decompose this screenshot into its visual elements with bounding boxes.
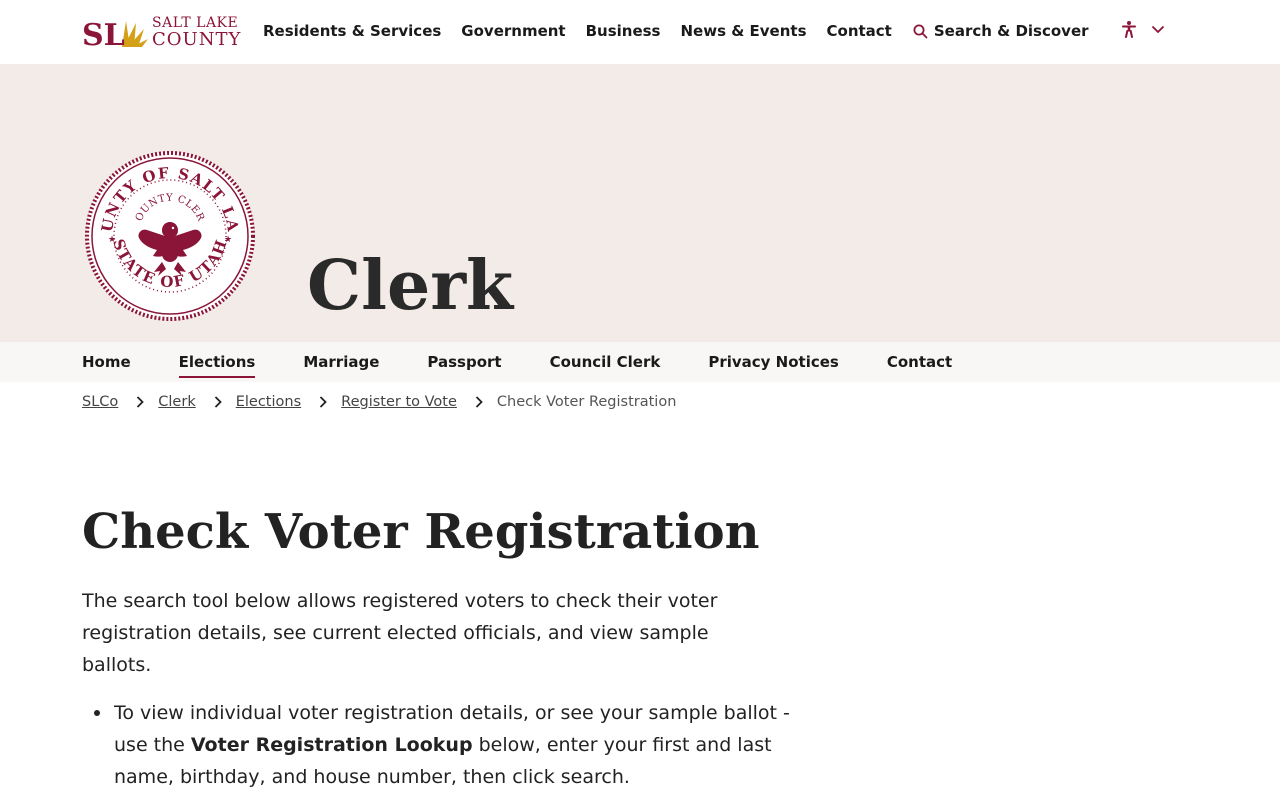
subnav-home[interactable]: Home (82, 353, 131, 371)
chevron-right-icon (214, 396, 222, 408)
county-clerk-seal: COUNTY OF SALT LAKE STATE OF UTAH COUNTY… (77, 136, 256, 322)
chevron-down-icon (1151, 25, 1165, 33)
search-icon (913, 24, 928, 38)
nav-contact[interactable]: Contact (827, 22, 892, 40)
nav-business[interactable]: Business (586, 22, 661, 40)
list-item: To view individual voter registration de… (94, 697, 824, 793)
nav-news-events[interactable]: News & Events (680, 22, 806, 40)
department-hero: COUNTY OF SALT LAKE STATE OF UTAH COUNTY… (0, 64, 1280, 342)
subnav-marriage[interactable]: Marriage (303, 353, 379, 371)
breadcrumb-register-to-vote[interactable]: Register to Vote (341, 394, 457, 410)
chevron-right-icon (475, 396, 483, 408)
chevron-right-icon (319, 396, 327, 408)
breadcrumb-current: Check Voter Registration (496, 394, 677, 410)
sl-logo-mark: SL (82, 17, 148, 53)
chevron-right-icon (136, 396, 145, 408)
logo-line-2: COUNTY (152, 28, 242, 50)
intro-paragraph: The search tool below allows registered … (82, 590, 718, 676)
department-subnav: Home Elections Marriage Passport Council… (0, 342, 1280, 382)
breadcrumb-clerk[interactable]: Clerk (158, 394, 195, 410)
breadcrumb: SLCo Clerk Elections Register to Vote Ch… (82, 392, 676, 412)
accessibility-menu-toggle[interactable] (1121, 20, 1165, 38)
svg-text:★: ★ (224, 235, 232, 245)
site-header: SL SALT LAKE COUNTY Residents & Services… (0, 0, 1280, 64)
breadcrumb-elections[interactable]: Elections (236, 394, 301, 410)
svg-text:★: ★ (108, 235, 116, 245)
salt-lake-county-logo[interactable]: SL SALT LAKE COUNTY (82, 14, 248, 54)
svg-text:SL: SL (82, 18, 125, 47)
subnav-elections[interactable]: Elections (178, 353, 255, 378)
search-discover-button[interactable]: Search & Discover (913, 22, 1089, 40)
main-navigation: Residents & Services Government Business… (263, 0, 1109, 62)
instructions-list: To view individual voter registration de… (94, 697, 824, 793)
nav-residents-services[interactable]: Residents & Services (263, 22, 441, 40)
accessibility-icon (1122, 21, 1136, 38)
search-discover-label: Search & Discover (933, 22, 1089, 40)
department-title: Clerk (307, 246, 514, 326)
subnav-passport[interactable]: Passport (427, 353, 501, 371)
breadcrumb-slco[interactable]: SLCo (82, 394, 118, 410)
voter-registration-lookup-emphasis: Voter Registration Lookup (190, 734, 473, 756)
logo-line-1: SALT LAKE (152, 14, 239, 31)
nav-government[interactable]: Government (461, 22, 565, 40)
page-title: Check Voter Registration (82, 504, 760, 560)
subnav-contact[interactable]: Contact (887, 353, 952, 371)
subnav-privacy-notices[interactable]: Privacy Notices (708, 353, 839, 371)
subnav-council-clerk[interactable]: Council Clerk (550, 353, 661, 371)
